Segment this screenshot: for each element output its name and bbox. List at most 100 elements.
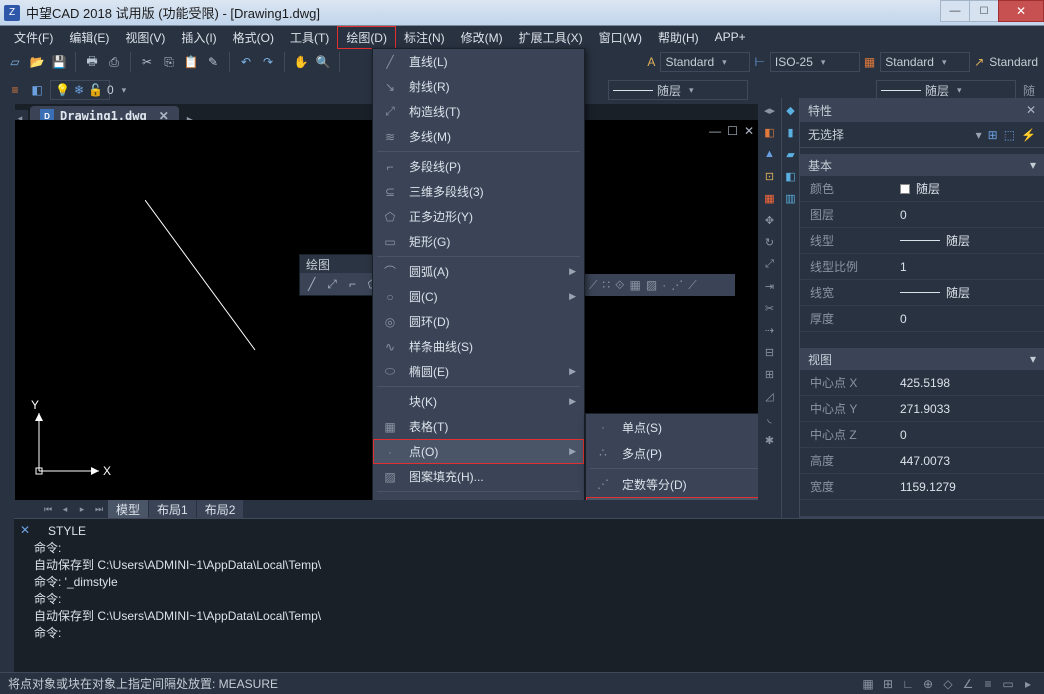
- selection-combo[interactable]: 无选择: [808, 126, 970, 143]
- window-maximize[interactable]: [969, 0, 999, 22]
- tool-xline-icon[interactable]: ⤢: [324, 276, 339, 292]
- menu-12[interactable]: APP+: [707, 28, 754, 46]
- status-lwt-icon[interactable]: ≡: [980, 676, 996, 692]
- prop-row[interactable]: 中心点 Z0: [800, 422, 1044, 448]
- new-icon[interactable]: ▱: [6, 53, 24, 71]
- menu-6[interactable]: 绘图(D): [337, 26, 396, 49]
- undo-icon[interactable]: ↶: [237, 53, 255, 71]
- drawmenu-item-16[interactable]: 块(K)▶: [373, 389, 584, 414]
- drawmenu-item-17[interactable]: ▦表格(T): [373, 414, 584, 439]
- vi-2-icon[interactable]: ▮: [783, 124, 799, 140]
- drawmenu-item-11[interactable]: ○圆(C)▶: [373, 284, 584, 309]
- menu-5[interactable]: 工具(T): [282, 27, 337, 48]
- window-close[interactable]: [998, 0, 1044, 22]
- mod-icon-3[interactable]: ⟐: [615, 278, 624, 293]
- menu-2[interactable]: 视图(V): [117, 27, 173, 48]
- status-ortho-icon[interactable]: ∟: [900, 676, 916, 692]
- open-icon[interactable]: 📂: [28, 53, 46, 71]
- vm-fillet-icon[interactable]: ◟: [762, 410, 778, 426]
- status-otrack-icon[interactable]: ∠: [960, 676, 976, 692]
- drawmenu-item-10[interactable]: ⌒圆弧(A)▶: [373, 259, 584, 284]
- tab-layout2[interactable]: 布局2: [197, 500, 244, 519]
- collapse-icon[interactable]: ▾: [1030, 158, 1036, 172]
- menu-3[interactable]: 插入(I): [173, 27, 224, 48]
- prop-row[interactable]: 厚度0: [800, 306, 1044, 332]
- command-grip[interactable]: [0, 518, 14, 672]
- prop-row[interactable]: 颜色随层: [800, 176, 1044, 202]
- prop-row[interactable]: 图层0: [800, 202, 1044, 228]
- prop-row[interactable]: 宽度1159.1279: [800, 474, 1044, 500]
- drawmenu-item-7[interactable]: ⬠正多边形(Y): [373, 204, 584, 229]
- window-minimize[interactable]: [940, 0, 970, 22]
- vi-4-icon[interactable]: ◧: [783, 168, 799, 184]
- lineweight-combo[interactable]: 随层: [876, 80, 1016, 100]
- collapse-icon[interactable]: ▾: [1030, 352, 1036, 366]
- table-style-combo[interactable]: Standard: [880, 52, 970, 72]
- drawmenu-item-0[interactable]: ╱直线(L): [373, 49, 584, 74]
- menu-4[interactable]: 格式(O): [225, 27, 282, 48]
- menu-8[interactable]: 修改(M): [453, 27, 511, 48]
- section-basic[interactable]: 基本: [808, 157, 832, 174]
- canvas-close-icon[interactable]: ✕: [744, 124, 754, 138]
- vm-copy-icon[interactable]: ◧: [762, 124, 778, 140]
- drawmenu-item-12[interactable]: ◎圆环(D): [373, 309, 584, 334]
- modify-toolbar[interactable]: ⟋ ∷ ⟐ ▦ ▨ · ⋰ ⟋: [585, 274, 735, 296]
- vm-extend-icon[interactable]: ⇢: [762, 322, 778, 338]
- select-icon[interactable]: ⬚: [1004, 128, 1015, 142]
- drawmenu-item-19[interactable]: ▨图案填充(H)...: [373, 464, 584, 489]
- save-icon[interactable]: 💾: [50, 53, 68, 71]
- vm-trim-icon[interactable]: ✂: [762, 300, 778, 316]
- paste-icon[interactable]: 📋: [182, 53, 200, 71]
- prop-row[interactable]: 线型比例1: [800, 254, 1044, 280]
- status-snap-icon[interactable]: ▦: [860, 676, 876, 692]
- drawmenu-item-3[interactable]: ≋多线(M): [373, 124, 584, 149]
- quickselect-icon[interactable]: ⊞: [988, 128, 998, 142]
- text-style-icon[interactable]: A: [647, 55, 655, 69]
- layer-combo[interactable]: 💡❄🔓 0: [50, 80, 110, 100]
- status-osnap-icon[interactable]: ◇: [940, 676, 956, 692]
- drawmenu-item-8[interactable]: ▭矩形(G): [373, 229, 584, 254]
- copy-icon[interactable]: ⎘: [160, 53, 178, 71]
- vm-stretch-icon[interactable]: ⇥: [762, 278, 778, 294]
- vm-move-icon[interactable]: ✥: [762, 212, 778, 228]
- vm-array-icon[interactable]: ▦: [762, 190, 778, 206]
- status-expand-icon[interactable]: ▸: [1020, 676, 1036, 692]
- tool-line-icon[interactable]: ╱: [304, 276, 319, 292]
- layout-nav-next[interactable]: ▸: [74, 501, 90, 517]
- text-style-combo[interactable]: Standard: [660, 52, 750, 72]
- section-view[interactable]: 视图: [808, 351, 832, 368]
- canvas-min-icon[interactable]: —: [709, 124, 721, 138]
- vm-join-icon[interactable]: ⊞: [762, 366, 778, 382]
- dim-style-combo[interactable]: ISO-25: [770, 52, 860, 72]
- properties-close-icon[interactable]: ✕: [1026, 103, 1036, 117]
- menu-1[interactable]: 编辑(E): [61, 27, 117, 48]
- command-window[interactable]: ✕ STYLE命令:自动保存到 C:\Users\ADMINI~1\AppDat…: [14, 518, 1044, 672]
- mod-icon-7[interactable]: ⋰: [671, 278, 683, 292]
- layout-nav-prev[interactable]: ◂: [57, 501, 73, 517]
- drawmenu-item-13[interactable]: ∿样条曲线(S): [373, 334, 584, 359]
- layout-nav-last[interactable]: ⏭: [91, 501, 107, 517]
- status-model-icon[interactable]: ▭: [1000, 676, 1016, 692]
- layout-nav-first[interactable]: ⏮: [40, 501, 56, 517]
- print-icon[interactable]: 🖶: [83, 53, 101, 71]
- prop-row[interactable]: 线型随层: [800, 228, 1044, 254]
- vm-offset-icon[interactable]: ⊡: [762, 168, 778, 184]
- menu-11[interactable]: 帮助(H): [650, 27, 707, 48]
- menu-10[interactable]: 窗口(W): [591, 27, 650, 48]
- drawmenu-item-2[interactable]: ⤢构造线(T): [373, 99, 584, 124]
- prop-row[interactable]: 中心点 X425.5198: [800, 370, 1044, 396]
- drawmenu-item-14[interactable]: ⬭椭圆(E)▶: [373, 359, 584, 384]
- drawmenu-item-5[interactable]: ⌐多段线(P): [373, 154, 584, 179]
- menu-9[interactable]: 扩展工具(X): [511, 27, 591, 48]
- vm-erase-icon[interactable]: ◂▸: [762, 102, 778, 118]
- vi-3-icon[interactable]: ▰: [783, 146, 799, 162]
- status-grid-icon[interactable]: ⊞: [880, 676, 896, 692]
- tab-model[interactable]: 模型: [108, 500, 148, 519]
- canvas-max-icon[interactable]: ☐: [727, 124, 738, 138]
- tool-pline-icon[interactable]: ⌐: [345, 276, 360, 292]
- drawmenu-item-6[interactable]: ⊆三维多段线(3): [373, 179, 584, 204]
- vi-1-icon[interactable]: ◆: [783, 102, 799, 118]
- layer-manager-icon[interactable]: ≡: [6, 81, 24, 99]
- tab-layout1[interactable]: 布局1: [149, 500, 196, 519]
- status-polar-icon[interactable]: ⊕: [920, 676, 936, 692]
